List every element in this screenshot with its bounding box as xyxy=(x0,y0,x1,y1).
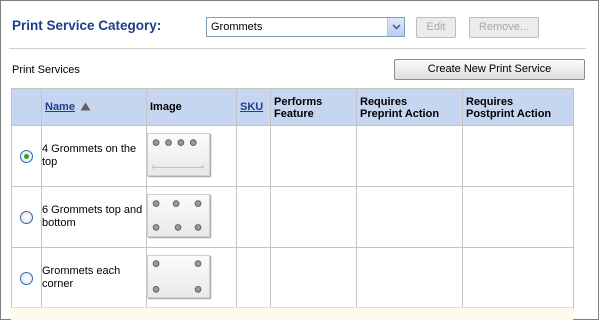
category-select-value: Grommets xyxy=(211,21,263,33)
row-select-radio[interactable] xyxy=(20,271,33,285)
sku-cell xyxy=(236,186,271,248)
image-column-header: Image xyxy=(146,88,237,126)
edit-button[interactable]: Edit xyxy=(416,17,456,38)
performs-feature-line-1: Performs xyxy=(274,96,323,108)
requires-postprint-line-2: Postprint Action xyxy=(466,108,552,120)
table-footer-strip xyxy=(11,307,573,320)
print-services-label: Print Services xyxy=(12,64,80,76)
select-column-header xyxy=(11,88,42,126)
sku-column-header[interactable]: SKU xyxy=(236,88,271,126)
requires-preprint-line-2: Preprint Action xyxy=(360,108,440,120)
print-services-table: Name Image SKU Performs Feature Requires… xyxy=(11,88,574,309)
grommets-top-bottom-thumbnail xyxy=(147,194,210,237)
performs-feature-line-2: Feature xyxy=(274,108,314,120)
grommets-top-thumbnail xyxy=(147,133,210,176)
requires-postprint-column-header: Requires Postprint Action xyxy=(462,88,574,126)
performs-feature-column-header: Performs Feature xyxy=(270,88,357,126)
sku-cell xyxy=(236,125,271,187)
performs-feature-cell xyxy=(270,125,357,187)
postprint-cell xyxy=(462,186,574,248)
name-sort-link[interactable]: Name xyxy=(45,101,75,113)
requires-preprint-column-header: Requires Preprint Action xyxy=(356,88,463,126)
service-name: 4 Grommets on the top xyxy=(41,125,147,187)
postprint-cell xyxy=(462,247,574,309)
table-row[interactable]: 6 Grommets top and bottom xyxy=(11,186,574,248)
sku-sort-link[interactable]: SKU xyxy=(240,101,263,113)
chevron-down-icon[interactable] xyxy=(387,18,404,36)
service-name: Grommets each corner xyxy=(41,247,147,309)
table-header-row: Name Image SKU Performs Feature Requires… xyxy=(11,88,574,126)
service-name: 6 Grommets top and bottom xyxy=(41,186,147,248)
divider xyxy=(9,48,586,49)
remove-button[interactable]: Remove... xyxy=(469,17,539,38)
performs-feature-cell xyxy=(270,186,357,248)
row-select-radio[interactable] xyxy=(20,210,33,224)
preprint-cell xyxy=(356,186,463,248)
row-select-radio[interactable] xyxy=(20,149,33,163)
requires-postprint-line-1: Requires xyxy=(466,96,514,108)
category-select[interactable]: Grommets xyxy=(206,17,405,37)
sku-cell xyxy=(236,247,271,309)
requires-preprint-line-1: Requires xyxy=(360,96,408,108)
print-service-panel: Print Service Category: Grommets Edit Re… xyxy=(0,0,599,320)
postprint-cell xyxy=(462,125,574,187)
name-column-header[interactable]: Name xyxy=(41,88,147,126)
sort-ascending-icon xyxy=(80,102,91,111)
preprint-cell xyxy=(356,125,463,187)
grommets-corners-thumbnail xyxy=(147,255,210,298)
table-row[interactable]: Grommets each corner xyxy=(11,247,574,309)
performs-feature-cell xyxy=(270,247,357,309)
preprint-cell xyxy=(356,247,463,309)
table-row[interactable]: 4 Grommets on the top xyxy=(11,125,574,187)
create-new-print-service-button[interactable]: Create New Print Service xyxy=(394,59,585,80)
print-service-category-label: Print Service Category: xyxy=(12,18,162,33)
